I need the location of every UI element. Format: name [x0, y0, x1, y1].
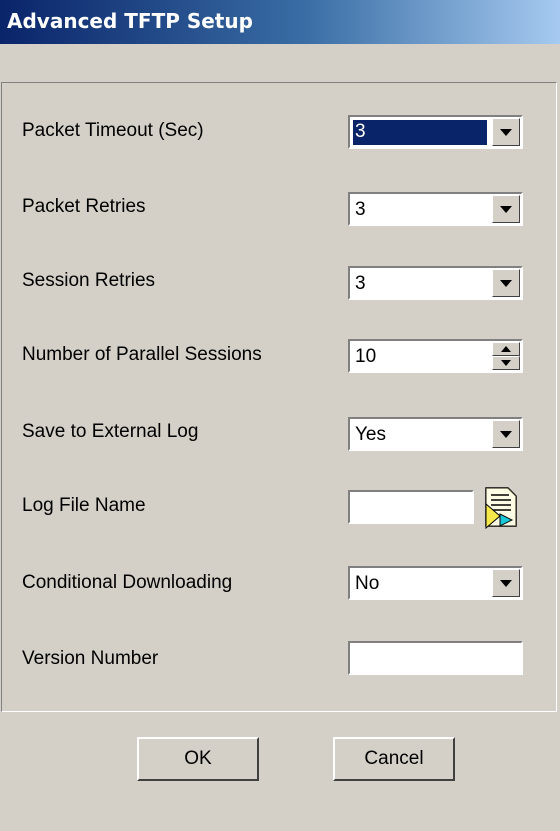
- cancel-button[interactable]: Cancel: [333, 737, 455, 781]
- chevron-down-icon[interactable]: [492, 420, 520, 448]
- external-log-value: Yes: [355, 424, 386, 445]
- parallel-sessions-value: 10: [355, 346, 377, 367]
- conditional-downloading-select[interactable]: No: [348, 566, 523, 600]
- conditional-downloading-value: No: [355, 573, 380, 594]
- chevron-down-icon[interactable]: [492, 195, 520, 223]
- conditional-downloading-label: Conditional Downloading: [22, 572, 233, 593]
- log-file-name-label: Log File Name: [22, 495, 146, 516]
- packet-retries-label: Packet Retries: [22, 196, 146, 217]
- title-bar[interactable]: Advanced TFTP Setup: [0, 0, 560, 44]
- chevron-down-icon[interactable]: [492, 569, 520, 597]
- up-down-spinner-icon[interactable]: [492, 342, 520, 370]
- session-retries-value: 3: [355, 273, 366, 294]
- window-title: Advanced TFTP Setup: [7, 9, 253, 33]
- packet-timeout-select[interactable]: 3: [348, 115, 523, 149]
- log-file-name-input[interactable]: [348, 490, 474, 524]
- packet-timeout-label: Packet Timeout (Sec): [22, 120, 204, 141]
- external-log-select[interactable]: Yes: [348, 417, 523, 451]
- parallel-sessions-spinner[interactable]: 10: [348, 339, 523, 373]
- packet-retries-select[interactable]: 3: [348, 192, 523, 226]
- ok-button[interactable]: OK: [137, 737, 259, 781]
- chevron-down-icon[interactable]: [492, 269, 520, 297]
- session-retries-label: Session Retries: [22, 270, 156, 291]
- spin-up-icon[interactable]: [492, 342, 520, 356]
- session-retries-select[interactable]: 3: [348, 266, 523, 300]
- spin-down-icon[interactable]: [492, 356, 520, 370]
- title-spacer: [0, 44, 560, 82]
- version-number-input[interactable]: [348, 641, 523, 675]
- browse-file-icon[interactable]: [478, 484, 524, 530]
- external-log-label: Save to External Log: [22, 421, 199, 442]
- version-number-label: Version Number: [22, 648, 159, 669]
- packet-timeout-value: 3: [352, 119, 488, 146]
- settings-panel: [1, 82, 557, 712]
- parallel-sessions-label: Number of Parallel Sessions: [22, 344, 262, 365]
- chevron-down-icon[interactable]: [492, 118, 520, 146]
- packet-retries-value: 3: [355, 199, 366, 220]
